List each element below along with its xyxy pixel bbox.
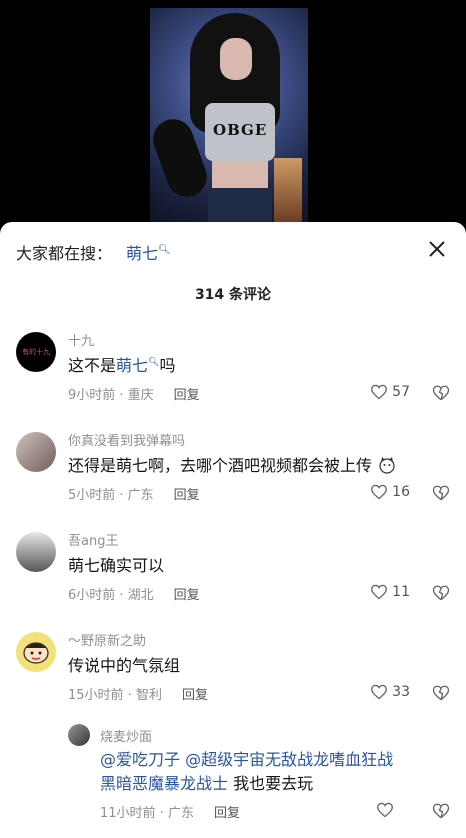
video-figure-belly [212,161,268,189]
video-neon-light [274,158,302,228]
comment-item: ～野原新之助 传说中的气氛组 15小时前 · 智利 回复 33 [16,628,450,708]
avatar[interactable]: 有的十九 [16,332,56,372]
close-icon[interactable] [424,236,450,262]
video-figure-face [220,38,252,80]
like-count: 33 [392,684,410,700]
avatar-text: 有的十九 [22,348,50,356]
comment-text: 这不是萌七🔍︎吗 [68,352,175,376]
broken-heart-icon[interactable] [432,802,450,820]
like-button[interactable]: 33 [370,684,410,700]
comment-author[interactable]: 十九 [68,330,94,349]
broken-heart-icon[interactable] [432,584,450,602]
comment-text-before: 这不是 [68,356,117,375]
broken-heart-icon[interactable] [432,484,450,502]
reply-button[interactable]: 回复 [174,388,200,403]
broken-heart-icon[interactable] [432,384,450,402]
comment-count-title: 314 条评论 [194,287,272,303]
comment-author[interactable]: ～野原新之助 [68,630,146,649]
video-figure-top: OBGE [205,103,275,161]
broken-heart-icon[interactable] [432,684,450,702]
avatar[interactable] [68,724,90,746]
mention-link-continued[interactable]: 黑暗恶魔暴龙战士 [100,774,228,793]
comment-meta: 5小时前 · 广东 回复 [68,484,200,503]
search-prefix: 大家都在搜： [16,244,113,263]
comment-item: 有的十九 十九 这不是萌七🔍︎吗 9小时前 · 重庆 回复 57 [16,328,450,408]
reply-button[interactable]: 回复 [174,588,200,603]
reply-button[interactable]: 回复 [182,688,208,703]
heart-icon [371,584,388,600]
reply-button[interactable]: 回复 [214,806,240,821]
search-term-text: 萌七 [126,244,159,263]
shirt-text: OBGE [213,121,268,139]
search-term-link[interactable]: 萌七🔍︎ [126,240,171,264]
avatar[interactable] [16,632,56,672]
comment-text-after: 吗 [159,356,176,375]
comment-time: 9小时前 · 重庆 [68,388,154,403]
heart-icon [371,484,388,500]
reply-text: @爱吃刀子 @超级宇宙无敌战龙嗜血狂战 黑暗恶魔暴龙战士 我也要去玩 [100,748,393,796]
reply-author[interactable]: 烧麦炒面 [100,726,152,745]
comment-highlight-link[interactable]: 萌七🔍︎ [116,356,159,375]
like-button[interactable]: 16 [370,484,410,500]
avatar[interactable] [16,432,56,472]
heart-icon[interactable] [376,802,394,818]
comment-text: 萌七确实可以 [68,556,165,575]
reply-meta: 11小时前 · 广东 回复 [100,802,240,821]
comment-time: 15小时前 · 智利 [68,688,162,703]
like-count: 57 [392,384,410,400]
comment-text: 还得是萌七啊，去哪个酒吧视频都会被上传 [68,452,397,476]
like-button[interactable]: 57 [370,384,410,400]
comment-meta: 6小时前 · 湖北 回复 [68,584,200,603]
comment-author[interactable]: 你真没看到我弹幕吗 [68,430,185,449]
comment-time: 5小时前 · 广东 [68,488,154,503]
mention-link[interactable]: @超级宇宙无敌战龙嗜血狂战 [185,750,393,769]
cartoon-avatar-icon [23,642,49,664]
reply-time: 11小时前 · 广东 [100,806,194,821]
comment-text-body: 还得是萌七啊，去哪个酒吧视频都会被上传 [68,456,373,475]
search-mini-icon: 🔍︎ [158,244,171,256]
comment-sheet: 大家都在搜： 萌七🔍︎ 314 条评论 有的十九 十九 这不是萌七🔍︎吗 9小时… [0,222,466,838]
like-count: 11 [392,584,410,600]
cat-emoji-icon [379,457,395,474]
search-suggestion-row: 大家都在搜： 萌七🔍︎ [16,240,450,266]
like-button[interactable]: 11 [370,584,410,600]
comment-item: 你真没看到我弹幕吗 还得是萌七啊，去哪个酒吧视频都会被上传 5小时前 · 广东 回… [16,428,450,508]
comment-highlight-text: 萌七 [116,356,149,375]
reply-text-body: 我也要去玩 [228,774,314,793]
mention-link[interactable]: @爱吃刀子 [100,750,180,769]
comment-meta: 9小时前 · 重庆 回复 [68,384,200,403]
comment-meta: 15小时前 · 智利 回复 [68,684,208,703]
video-frame[interactable]: OBGE [150,8,308,230]
comment-author[interactable]: 吾ang王 [68,530,118,549]
heart-icon [371,684,388,700]
heart-icon [371,384,388,400]
like-count: 16 [392,484,410,500]
comment-text: 传说中的气氛组 [68,656,181,675]
comment-item: 吾ang王 萌七确实可以 6小时前 · 湖北 回复 11 [16,528,450,608]
reply-button[interactable]: 回复 [174,488,200,503]
search-mini-icon: 🔍︎ [148,357,160,368]
comment-time: 6小时前 · 湖北 [68,588,154,603]
sub-reply-item: 烧麦炒面 @爱吃刀子 @超级宇宙无敌战龙嗜血狂战 黑暗恶魔暴龙战士 我也要去玩 … [68,722,450,828]
avatar[interactable] [16,532,56,572]
video-area[interactable]: OBGE [0,0,466,230]
